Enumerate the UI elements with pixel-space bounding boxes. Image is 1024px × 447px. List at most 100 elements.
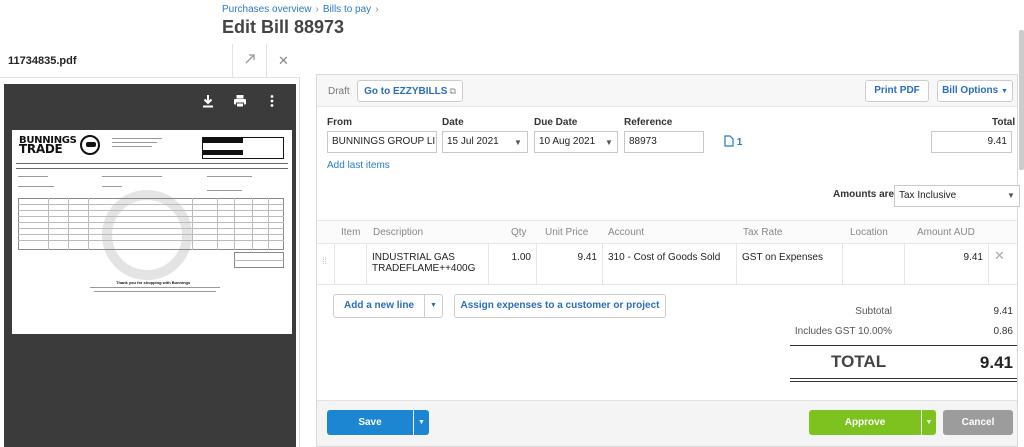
doc-text-line <box>18 186 54 187</box>
breadcrumb-bills-to-pay[interactable]: Bills to pay <box>323 4 371 15</box>
bunnings-trade-logo: BUNNINGS TRADE <box>19 135 77 156</box>
print-icon[interactable] <box>232 94 248 110</box>
gst-label: Includes GST 10.00% <box>794 326 892 337</box>
total-bottom-rule <box>790 378 1017 379</box>
approve-button[interactable]: Approve <box>809 410 921 435</box>
doc-address-line <box>112 138 162 139</box>
save-dropdown-icon[interactable]: ▼ <box>414 410 429 435</box>
page-header: Purchases overview › Bills to pay › Edit Bi… <box>0 0 1024 44</box>
remove-row-icon[interactable]: ✕ <box>989 244 1017 285</box>
doc-text-line <box>102 186 122 187</box>
due-date-label: Due Date <box>534 117 578 128</box>
doc-table-line <box>18 216 284 217</box>
doc-table-col <box>234 198 235 250</box>
cell-qty[interactable]: 1.00 <box>489 244 537 285</box>
doc-address-line <box>112 146 152 147</box>
status-badge: Draft <box>328 86 350 97</box>
subtotal-label: Subtotal <box>855 306 892 317</box>
approve-dropdown-icon[interactable]: ▼ <box>922 410 936 435</box>
drag-handle-icon[interactable]: ⁞⁞ <box>317 244 335 285</box>
doc-address-line <box>112 142 157 143</box>
chevron-down-icon: ▼ <box>1000 88 1008 95</box>
doc-table-line <box>18 234 284 235</box>
from-field[interactable]: BUNNINGS GROUP LI <box>327 131 437 153</box>
more-vertical-icon[interactable] <box>264 94 280 110</box>
cell-amount[interactable]: 9.41 <box>905 244 989 285</box>
gst-value: 0.86 <box>993 326 1013 337</box>
doc-table-col <box>268 198 269 250</box>
add-line-dropdown-icon[interactable]: ▼ <box>424 294 443 318</box>
col-header-amount: Amount AUD <box>917 227 975 238</box>
total-bottom-rule <box>790 381 1017 382</box>
doc-table-line <box>18 228 284 229</box>
reference-label: Reference <box>624 117 673 128</box>
doc-table-col <box>217 198 218 250</box>
cell-account[interactable]: 310 - Cost of Goods Sold <box>603 244 737 285</box>
page-scrollbar[interactable] <box>1019 30 1024 170</box>
download-icon[interactable] <box>200 94 216 110</box>
reference-field[interactable]: 88973 <box>624 131 704 153</box>
amounts-are-label: Amounts are <box>833 189 895 200</box>
cancel-button[interactable]: Cancel <box>943 410 1013 435</box>
go-to-ezzybills-button[interactable]: Go to EZZYBILLS ⧉ <box>357 80 463 102</box>
doc-table-col <box>68 198 69 250</box>
amounts-are-select[interactable]: Tax Inclusive <box>894 185 1020 207</box>
subtotal-value: 9.41 <box>993 306 1013 317</box>
cell-location[interactable] <box>843 244 905 285</box>
table-row: ⁞⁞ INDUSTRIAL GAS TRADEFLAME++400G 1.00 … <box>317 244 1017 285</box>
col-header-location: Location <box>850 227 888 238</box>
add-new-line-button[interactable]: Add a new line <box>333 294 425 318</box>
doc-table-line <box>234 260 284 261</box>
doc-table-line <box>18 240 284 241</box>
doc-thanks-text: Thank you for shopping with Bunnings <box>116 280 191 285</box>
expand-icon[interactable] <box>232 44 266 78</box>
bill-toolbar: Draft Go to EZZYBILLS ⧉ Print PDF Bill Op… <box>317 75 1017 107</box>
total-top-rule <box>790 345 1017 346</box>
bill-options-button[interactable]: Bill Options ▼ <box>937 80 1013 102</box>
cell-description[interactable]: INDUSTRIAL GAS TRADEFLAME++400G <box>367 244 489 285</box>
breadcrumb: Purchases overview › Bills to pay › <box>222 4 383 15</box>
doc-table-line <box>18 222 284 223</box>
line-items-header: Item Description Qty Unit Price Account … <box>317 220 1017 244</box>
doc-text-line <box>207 176 252 177</box>
attachments-button[interactable]: 1 <box>724 135 742 148</box>
pdf-panel: 11734835.pdf ✕ BUNNINGS TRADE Thank you … <box>0 44 300 447</box>
doc-rule <box>16 163 288 164</box>
from-label: From <box>327 117 352 128</box>
date-dropdown-icon[interactable]: ▼ <box>510 132 526 154</box>
assign-expenses-button[interactable]: Assign expenses to a customer or project <box>454 294 666 318</box>
doc-table-col <box>252 198 253 250</box>
print-pdf-button[interactable]: Print PDF <box>865 80 929 102</box>
doc-text-line <box>18 176 48 177</box>
add-last-items-link[interactable]: Add last items <box>327 160 390 171</box>
doc-text-line <box>90 287 220 288</box>
breadcrumb-separator: › <box>315 4 319 15</box>
doc-table-col <box>48 198 49 250</box>
pdf-viewer[interactable]: BUNNINGS TRADE Thank you for shopping wi… <box>4 84 296 447</box>
pdf-page: BUNNINGS TRADE Thank you for shopping wi… <box>12 130 292 334</box>
cell-tax-rate[interactable]: GST on Expenses <box>737 244 843 285</box>
due-date-dropdown-icon[interactable]: ▼ <box>601 132 617 154</box>
col-header-qty: Qty <box>511 227 527 238</box>
cell-item[interactable] <box>335 244 367 285</box>
doc-table-col <box>88 198 89 250</box>
doc-items-table <box>18 198 284 250</box>
save-button[interactable]: Save <box>327 410 413 435</box>
doc-rule <box>16 168 288 169</box>
external-link-icon: ⧉ <box>449 86 456 96</box>
doc-text-line <box>94 291 216 292</box>
breadcrumb-purchases-overview[interactable]: Purchases overview <box>222 4 311 15</box>
doc-table-line <box>18 210 284 211</box>
pdf-filename: 11734835.pdf <box>8 55 77 67</box>
doc-table-line <box>18 204 284 205</box>
date-label: Date <box>442 117 464 128</box>
total-field[interactable]: 9.41 <box>931 131 1012 153</box>
col-header-account: Account <box>608 227 645 238</box>
breadcrumb-separator: › <box>375 4 379 15</box>
cell-unit-price[interactable]: 9.41 <box>537 244 603 285</box>
col-header-unit-price: Unit Price <box>545 227 589 238</box>
chevron-down-icon[interactable]: ▼ <box>1003 185 1019 207</box>
doc-table-col <box>192 198 193 250</box>
close-icon[interactable]: ✕ <box>266 44 300 78</box>
bill-form: Draft Go to EZZYBILLS ⧉ Print PDF Bill Op… <box>316 74 1020 447</box>
